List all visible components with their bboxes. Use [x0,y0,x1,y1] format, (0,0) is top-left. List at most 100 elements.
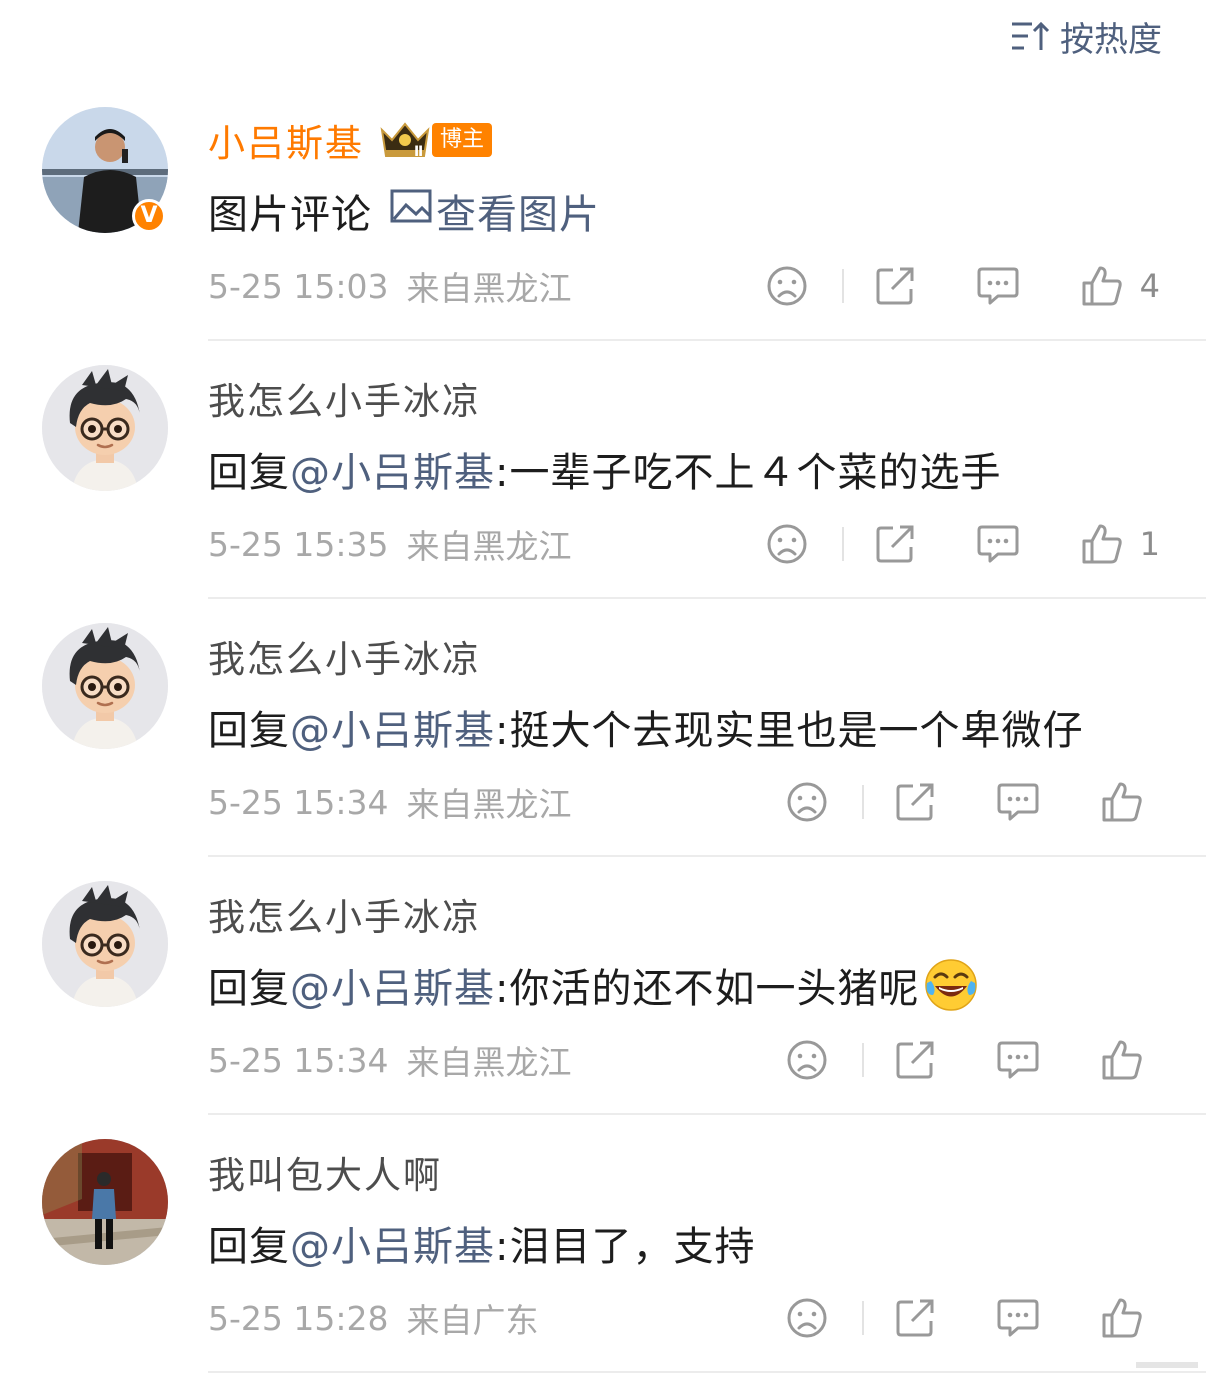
like-button[interactable] [1100,1296,1160,1340]
view-picture-label: 查看图片 [436,192,600,238]
view-picture-link[interactable]: 查看图片 [390,182,600,240]
action-divider [862,785,864,819]
username[interactable]: 我怎么小手冰凉 [208,887,481,941]
reply-button[interactable] [976,265,1020,307]
action-divider [862,1301,864,1335]
thumbs-up-icon [1082,266,1122,306]
sad-face-icon [767,524,807,564]
comment-item: V 小吕斯基 Ⅱ 博主 图片评论 查看图片 5-25 15:03 来自黑龙江 4 [0,107,1206,365]
share-icon [876,267,914,305]
dislike-button[interactable] [786,1297,828,1339]
comment-text: 回复 @小吕斯基 :一辈子吃不上４个菜的选手 [208,437,1001,501]
verified-badge: V [132,199,166,233]
comment-item: 我怎么小手冰凉 回复 @小吕斯基 :一辈子吃不上４个菜的选手 5-25 15:3… [0,365,1206,623]
dislike-button[interactable] [786,1039,828,1081]
comment-divider [208,855,1206,857]
share-button[interactable] [874,523,916,565]
crown-level: Ⅱ [414,144,423,160]
comment-divider [208,597,1206,599]
dislike-button[interactable] [786,781,828,823]
comment-text: 回复 @小吕斯基 :你活的还不如一头猪呢 [208,953,979,1017]
comment-text: 回复 @小吕斯基 :泪目了，支持 [208,1211,755,1275]
like-button[interactable]: 1 [1080,522,1160,566]
comment-time: 5-25 15:35 [208,524,389,564]
comment-icon [997,783,1039,821]
comment-location: 来自黑龙江 [406,1043,572,1082]
share-button[interactable] [894,1039,936,1081]
mention-link[interactable]: @小吕斯基 [290,1214,495,1272]
blogger-badge: 博主 [432,123,493,157]
share-icon [896,783,934,821]
thumbs-up-icon [1102,1040,1142,1080]
reply-button[interactable] [996,1039,1040,1081]
sort-by-hot-button[interactable]: 按热度 [1010,12,1162,60]
comment-text: 图片评论 查看图片 [208,179,600,243]
sad-face-icon [787,1298,827,1338]
reply-prefix: 回复 [208,966,290,1012]
comment-time: 5-25 15:28 [208,1298,389,1338]
like-button[interactable] [1100,780,1160,824]
action-divider [841,269,844,303]
comment-body: 图片评论 [208,192,372,238]
username[interactable]: 小吕斯基 [208,113,364,167]
comment-icon [977,267,1019,305]
avatar[interactable] [42,881,168,1007]
thumbs-up-icon [1082,524,1122,564]
comment-time: 5-25 15:34 [208,1040,389,1080]
sad-face-icon [767,266,807,306]
share-icon [896,1299,934,1337]
comment-location: 来自黑龙江 [406,785,572,824]
reply-button[interactable] [976,523,1020,565]
comment-location: 来自黑龙江 [406,527,572,566]
share-icon [896,1041,934,1079]
like-count: 1 [1139,525,1160,563]
reply-prefix: 回复 [208,708,290,754]
like-count: 4 [1139,267,1160,305]
comment-divider [208,339,1206,341]
share-icon [876,525,914,563]
sad-face-icon [787,782,827,822]
thumbs-up-icon [1102,782,1142,822]
comment-item: 我怎么小手冰凉 回复 @小吕斯基 :你活的还不如一头猪呢 5-25 15:34 … [0,881,1206,1139]
comment-location: 来自黑龙江 [406,269,572,308]
share-button[interactable] [894,781,936,823]
like-button[interactable]: 4 [1080,264,1160,308]
thumbs-up-icon [1102,1298,1142,1338]
dislike-button[interactable] [766,265,808,307]
image-icon [390,188,432,234]
share-button[interactable] [874,265,916,307]
reply-prefix: 回复 [208,450,290,496]
comment-body: :你活的还不如一头猪呢 [495,966,920,1012]
comment-body: :一辈子吃不上４个菜的选手 [495,450,1002,496]
sort-label: 按热度 [1060,19,1162,60]
sort-icon [1010,18,1050,54]
watermark-mark [1134,1356,1200,1374]
comment-item: 我怎么小手冰凉 回复 @小吕斯基 :挺大个去现实里也是一个卑微仔 5-25 15… [0,623,1206,881]
mention-link[interactable]: @小吕斯基 [290,440,495,498]
mention-link[interactable]: @小吕斯基 [290,956,495,1014]
dislike-button[interactable] [766,523,808,565]
comment-body: :挺大个去现实里也是一个卑微仔 [495,708,1084,754]
comment-time: 5-25 15:34 [208,782,389,822]
username[interactable]: 我怎么小手冰凉 [208,629,481,683]
comment-divider [208,1371,1206,1373]
mention-link[interactable]: @小吕斯基 [290,698,495,756]
share-button[interactable] [894,1297,936,1339]
avatar[interactable] [42,623,168,749]
comment-body: :泪目了，支持 [495,1224,756,1270]
action-divider [841,527,844,561]
like-button[interactable] [1100,1038,1160,1082]
action-divider [862,1043,864,1077]
username[interactable]: 我怎么小手冰凉 [208,371,481,425]
comment-icon [997,1041,1039,1079]
avatar[interactable] [42,1139,168,1265]
comment-location: 来自广东 [406,1301,539,1340]
avatar[interactable] [42,365,168,491]
crown-icon: Ⅱ [378,118,432,162]
reply-button[interactable] [996,781,1040,823]
sad-face-icon [787,1040,827,1080]
reply-button[interactable] [996,1297,1040,1339]
comment-icon [977,525,1019,563]
comment-item: 我叫包大人啊 回复 @小吕斯基 :泪目了，支持 5-25 15:28 来自广东 [0,1139,1206,1397]
username[interactable]: 我叫包大人啊 [208,1145,442,1199]
